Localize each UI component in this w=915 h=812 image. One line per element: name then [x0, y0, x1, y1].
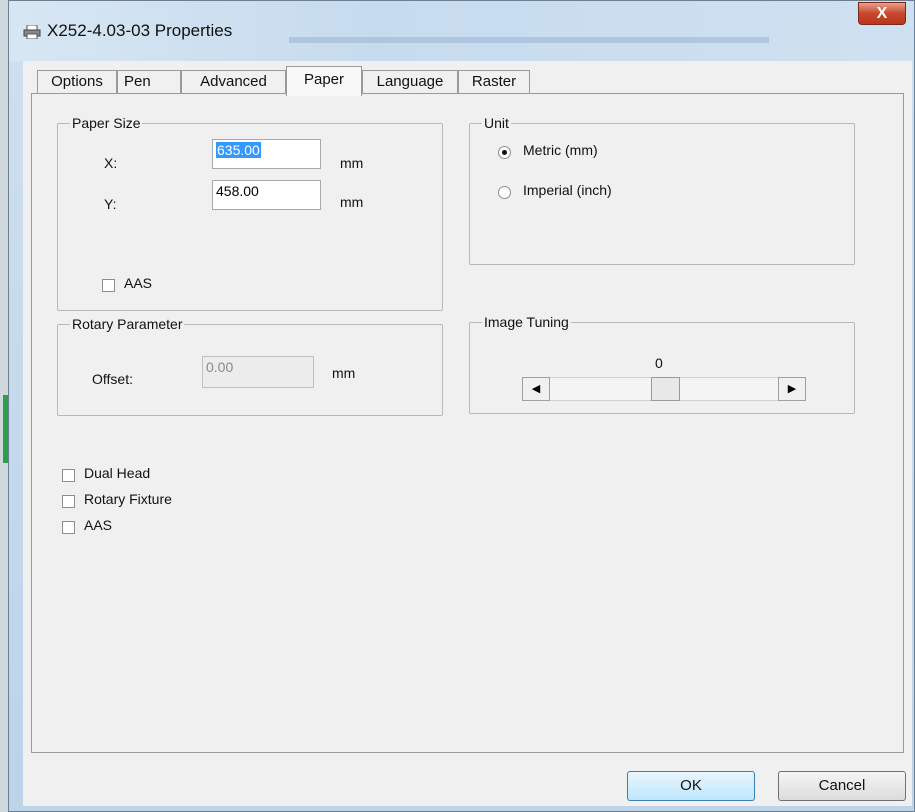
rotary-fixture-checkbox[interactable] [62, 495, 75, 508]
ok-button[interactable]: OK [627, 771, 755, 801]
close-icon: X [876, 5, 888, 22]
tab-raster[interactable]: Raster [458, 70, 530, 94]
paper-y-label: Y: [104, 196, 117, 212]
image-tuning-value: 0 [655, 355, 663, 371]
title-bar-decoration [289, 37, 769, 43]
metric-radio[interactable] [498, 146, 511, 159]
metric-label: Metric (mm) [523, 142, 598, 158]
arrow-left-icon: ◀ [531, 383, 541, 395]
paper-x-input[interactable]: 635.00 [212, 139, 321, 169]
tab-options[interactable]: Options [37, 70, 117, 94]
scroll-left-button[interactable]: ◀ [522, 377, 550, 401]
aas-checkbox[interactable] [62, 521, 75, 534]
printer-icon [23, 25, 41, 39]
aas-label: AAS [84, 517, 113, 533]
paper-x-unit: mm [340, 155, 364, 171]
window-title: X252-4.03-03 Properties [47, 21, 233, 40]
paper-aas-label: AAS [124, 275, 153, 291]
paper-aas-checkbox[interactable] [102, 279, 115, 292]
paper-y-input[interactable]: 458.00 [212, 180, 321, 210]
scroll-thumb[interactable] [651, 377, 680, 401]
imperial-radio[interactable] [498, 186, 511, 199]
scroll-right-button[interactable]: ▶ [778, 377, 806, 401]
close-button[interactable]: X [858, 2, 906, 25]
offset-unit: mm [332, 365, 356, 381]
rotary-fixture-label: Rotary Fixture [84, 491, 172, 507]
properties-dialog: X252-4.03-03 Properties X Options Pen Ad… [8, 0, 915, 812]
title-bar: X252-4.03-03 Properties X [9, 1, 914, 61]
unit-legend: Unit [484, 115, 509, 131]
dialog-client-area: Options Pen Advanced Paper Language Rast… [23, 61, 912, 806]
offset-input: 0.00 [202, 356, 314, 388]
cancel-button[interactable]: Cancel [778, 771, 906, 801]
paper-x-label: X: [104, 155, 118, 171]
paper-size-legend: Paper Size [72, 115, 141, 131]
tab-language[interactable]: Language [362, 70, 458, 94]
metric-radio-dot [502, 150, 507, 155]
paper-tab-panel: Paper Size X: 635.00 mm Y: 458.00 mm AAS… [31, 93, 904, 753]
tab-pen[interactable]: Pen [117, 70, 181, 94]
rotary-parameter-legend: Rotary Parameter [72, 316, 183, 332]
dual-head-checkbox[interactable] [62, 469, 75, 482]
tab-paper[interactable]: Paper [286, 66, 362, 96]
image-tuning-legend: Image Tuning [484, 314, 569, 330]
dual-head-label: Dual Head [84, 465, 151, 481]
offset-value: 0.00 [206, 359, 234, 375]
paper-y-value: 458.00 [216, 183, 259, 199]
arrow-right-icon: ▶ [787, 383, 797, 395]
offset-label: Offset: [92, 371, 133, 387]
image-tuning-scrollbar[interactable]: ◀ ▶ [522, 377, 806, 401]
paper-x-value: 635.00 [216, 142, 261, 158]
imperial-label: Imperial (inch) [523, 182, 612, 198]
tab-advanced[interactable]: Advanced [181, 70, 286, 94]
paper-y-unit: mm [340, 194, 364, 210]
